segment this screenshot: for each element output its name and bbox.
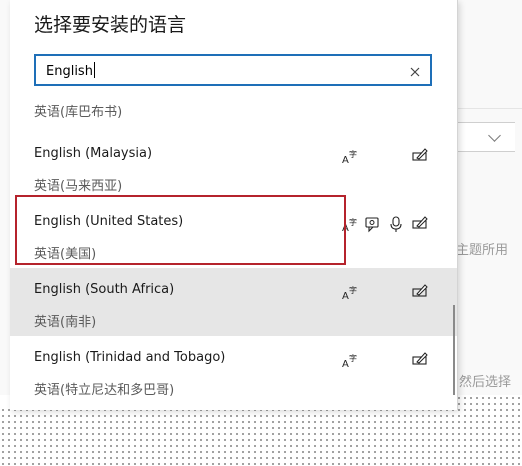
language-search-input[interactable]: English: [34, 54, 432, 86]
svg-text:A: A: [342, 155, 349, 166]
language-name: English (South Africa): [34, 282, 175, 297]
svg-text:字: 字: [349, 217, 357, 227]
microphone-icon: [387, 215, 405, 233]
language-list-item-south-africa[interactable]: English (South Africa) 英语(南非) A 字: [10, 268, 457, 336]
svg-text:A: A: [342, 291, 349, 302]
language-pack-icon: A 字: [341, 352, 359, 370]
background-text-select: 然后选择: [459, 375, 512, 390]
svg-text:字: 字: [349, 285, 357, 295]
language-pack-icon: A 字: [341, 148, 359, 166]
text-to-speech-icon: [364, 215, 382, 233]
language-native-name: 英语(库巴布书): [34, 105, 123, 120]
language-list-item-malaysia[interactable]: English (Malaysia) 英语(马来西亚) A 字: [10, 132, 457, 200]
background-dropdown[interactable]: [455, 122, 515, 152]
language-native-name: 英语(南非): [34, 315, 97, 330]
handwriting-icon: [411, 282, 429, 300]
chevron-down-icon: [488, 129, 501, 142]
handwriting-icon: [411, 214, 429, 232]
background-divider: [455, 108, 522, 109]
handwriting-icon: [411, 146, 429, 164]
svg-text:字: 字: [349, 353, 357, 363]
text-caret: [93, 62, 95, 78]
search-input-value[interactable]: English: [46, 62, 95, 79]
svg-text:A: A: [342, 359, 349, 370]
dialog-title: 选择要安装的语言: [34, 14, 187, 36]
language-name: English (Trinidad and Tobago): [34, 350, 226, 365]
language-pack-icon: A 字: [341, 284, 359, 302]
language-list-item-trinidad-tobago[interactable]: English (Trinidad and Tobago) 英语(特立尼达和多巴…: [10, 336, 457, 404]
language-name: English (Malaysia): [34, 146, 153, 161]
handwriting-icon: [411, 350, 429, 368]
list-scrollbar[interactable]: [453, 305, 455, 395]
language-native-name: 英语(马来西亚): [34, 179, 123, 194]
close-icon[interactable]: [408, 64, 422, 78]
background-text-theme: 主题所用: [456, 243, 509, 258]
language-list-item[interactable]: 英语(库巴布书): [10, 100, 457, 126]
highlight-annotation-box: [15, 195, 346, 265]
language-native-name: 英语(特立尼达和多巴哥): [34, 383, 175, 398]
svg-text:字: 字: [349, 149, 357, 159]
